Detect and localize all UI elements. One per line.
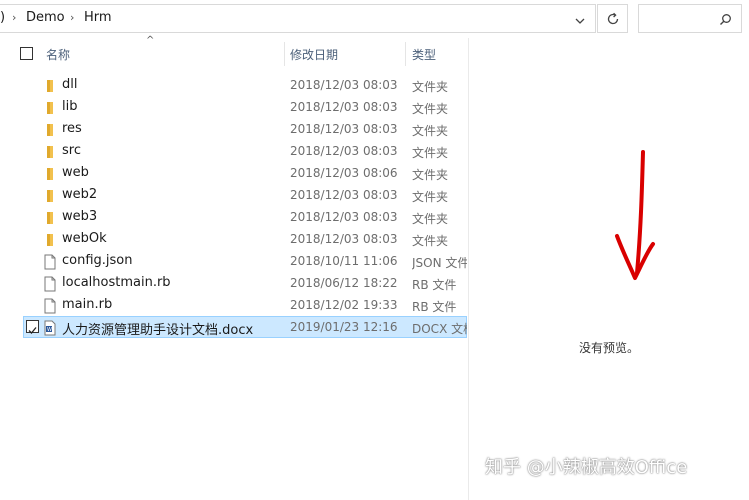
file-type: 文件夹 [412,102,449,116]
table-row[interactable]: config.json 2018/10/11 11:06 JSON 文件 [0,250,468,272]
file-name: web3 [62,209,98,224]
file-name: dll [62,77,78,92]
refresh-button[interactable] [597,4,628,33]
file-modified-date: 2018/12/03 08:03 [290,78,398,92]
file-modified-date: 2018/12/03 08:03 [290,122,398,136]
file-name: src [62,143,81,158]
file-icon [43,276,57,292]
table-row[interactable]: web3 2018/12/03 08:03 文件夹 [0,206,468,228]
table-row[interactable]: lib 2018/12/03 08:03 文件夹 [0,96,468,118]
address-toolbar: ) › Demo › Hrm [0,0,749,38]
table-row[interactable]: main.rb 2018/12/02 19:33 RB 文件 [0,294,468,316]
search-icon[interactable] [719,13,732,26]
file-modified-date: 2018/10/11 11:06 [290,254,398,268]
file-type: JSON 文件 [412,256,467,270]
svg-text:W: W [47,327,52,333]
table-row[interactable]: web2 2018/12/03 08:03 文件夹 [0,184,468,206]
breadcrumb-separator-icon: › [70,11,75,24]
table-row[interactable]: res 2018/12/03 08:03 文件夹 [0,118,468,140]
table-row[interactable]: dll 2018/12/03 08:03 文件夹 [0,74,468,96]
search-box[interactable] [638,4,742,33]
word-doc-icon: W [43,320,57,336]
file-name: web [62,165,89,180]
folder-icon [43,232,57,246]
file-type: 文件夹 [412,190,449,204]
column-header-name[interactable]: 名称 [46,46,70,63]
folder-icon [43,166,57,180]
file-modified-date: 2018/12/03 08:06 [290,166,398,180]
no-preview-message: 没有预览。 [579,341,640,355]
search-input[interactable] [643,8,717,28]
refresh-icon [607,12,619,25]
file-name: web2 [62,187,98,202]
breadcrumb-item-hrm[interactable]: Hrm [84,10,112,25]
file-type: RB 文件 [412,300,457,314]
table-row-selected[interactable]: W 人力资源管理助手设计文档.docx 2019/01/23 12:16 DOCX 文… [23,316,467,338]
file-modified-date: 2018/12/03 08:03 [290,210,398,224]
file-type: 文件夹 [412,80,449,94]
file-modified-date: 2018/12/03 08:03 [290,188,398,202]
file-list: ^ 名称 修改日期 类型 dll 2018/12/03 08:03 文件夹 lib 20… [0,35,468,500]
file-modified-date: 2018/06/12 18:22 [290,276,398,290]
folder-icon [43,188,57,202]
file-modified-date: 2019/01/23 12:16 [290,320,398,334]
table-row[interactable]: webOk 2018/12/03 08:03 文件夹 [0,228,468,250]
file-type: DOCX 文档 [412,322,467,336]
file-name: config.json [62,253,133,268]
address-bar[interactable]: ) › Demo › Hrm [0,4,596,33]
breadcrumb-item-demo[interactable]: Demo [26,10,65,25]
file-name: webOk [62,231,107,246]
folder-icon [43,144,57,158]
breadcrumb-separator-icon: › [12,11,17,24]
column-header-modified[interactable]: 修改日期 [290,46,338,63]
folder-icon [43,78,57,92]
column-header-row: ^ 名称 修改日期 类型 [0,35,468,68]
breadcrumb-truncated: ) [0,10,6,25]
column-header-type[interactable]: 类型 [412,46,436,63]
file-icon [43,254,57,270]
file-type: 文件夹 [412,234,449,248]
file-name: localhostmain.rb [62,275,171,290]
select-all-checkbox[interactable] [20,47,33,60]
chevron-down-icon[interactable] [574,15,586,27]
file-type: 文件夹 [412,146,449,160]
folder-icon [43,122,57,136]
file-type: 文件夹 [412,212,449,226]
sort-ascending-icon: ^ [146,35,155,46]
column-divider[interactable] [405,42,406,66]
file-name: lib [62,99,78,114]
folder-icon [43,100,57,114]
file-type: 文件夹 [412,124,449,138]
file-modified-date: 2018/12/02 19:33 [290,298,398,312]
file-type: 文件夹 [412,168,449,182]
table-row[interactable]: web 2018/12/03 08:06 文件夹 [0,162,468,184]
file-name: main.rb [62,297,113,312]
file-modified-date: 2018/12/03 08:03 [290,232,398,246]
table-row[interactable]: localhostmain.rb 2018/06/12 18:22 RB 文件 [0,272,468,294]
watermark-text: 知乎 @小辣椒高效Office [485,457,688,478]
file-modified-date: 2018/12/03 08:03 [290,100,398,114]
annotation-arrow-icon [615,150,655,280]
file-icon [43,298,57,314]
file-type: RB 文件 [412,278,457,292]
table-row[interactable]: src 2018/12/03 08:03 文件夹 [0,140,468,162]
file-modified-date: 2018/12/03 08:03 [290,144,398,158]
folder-icon [43,210,57,224]
preview-pane: 没有预览。 知乎 @小辣椒高效Office [468,38,749,500]
column-divider[interactable] [284,42,285,66]
file-name: 人力资源管理助手设计文档.docx [62,323,254,338]
row-checkbox[interactable] [26,320,39,334]
file-name: res [62,121,82,136]
